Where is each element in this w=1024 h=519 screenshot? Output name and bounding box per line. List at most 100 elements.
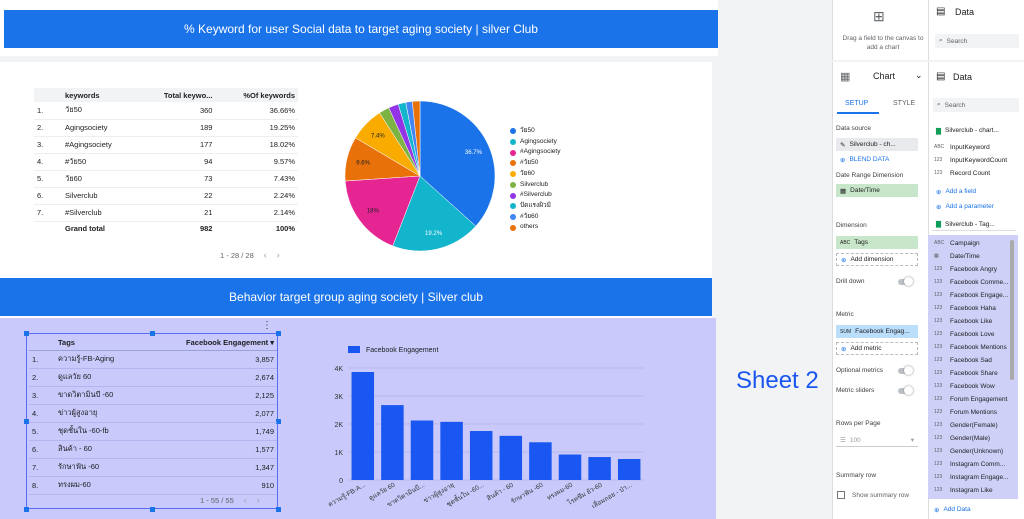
next-page-icon[interactable]: › (277, 250, 280, 260)
bar[interactable] (499, 435, 523, 480)
field-item[interactable]: 123 Instagram Engage... (934, 474, 1009, 481)
keyword-table[interactable]: keywords Total keywo... %Of keywords 1. วัย… (34, 88, 298, 235)
field-item[interactable]: 123 Facebook Haha (934, 305, 996, 312)
drill-down-toggle[interactable] (898, 277, 913, 286)
resize-handle[interactable] (24, 507, 29, 512)
metric-sliders-toggle[interactable] (898, 386, 913, 395)
field-item[interactable]: 123 Gender(Unknown) (934, 448, 1003, 455)
bar[interactable] (529, 442, 552, 480)
prev-page-icon[interactable]: ‹ (264, 250, 267, 260)
table-row[interactable]: 7. รักษาฟัน -60 1,347 (29, 458, 277, 477)
field-item[interactable]: 123 Gender(Female) (934, 422, 998, 429)
optional-metrics-toggle[interactable] (898, 366, 913, 375)
table-row[interactable]: 2. Agingsociety 189 19.25% (34, 119, 298, 137)
column-header[interactable]: Tags (55, 336, 144, 351)
legend-item[interactable]: #Silverclub (510, 190, 560, 201)
table-row[interactable]: 4. ข่าวผู้สูงอายุ 2,077 (29, 404, 277, 423)
report-title-banner[interactable]: % Keyword for user Social data to target… (4, 10, 718, 48)
field-item[interactable]: 123 Facebook Angry (934, 266, 997, 273)
table-row[interactable]: 6. Silverclub 22 2.24% (34, 187, 298, 205)
more-options-icon[interactable]: ⋮ (262, 320, 272, 331)
add-parameter-button[interactable]: ⊕ Add a parameter (932, 200, 998, 213)
field-item[interactable]: 123 InputKeywordCount (934, 157, 1007, 164)
empty-chart-drop-zone[interactable]: ⊞ Drag a field to the canvas to add a ch… (832, 0, 928, 60)
field-item[interactable]: 123 Facebook Sad (934, 357, 992, 364)
table-row[interactable]: 2. ดูแลวัย 60 2,674 (29, 368, 277, 387)
next-page-icon[interactable]: › (257, 495, 260, 505)
bar[interactable] (381, 405, 404, 480)
data-source-header[interactable]: ▇ Silverclub - Tag... (932, 218, 1016, 231)
legend-item[interactable]: Agingsociety (510, 137, 560, 148)
table-row[interactable]: 1. วัย50 360 36.66% (34, 102, 298, 120)
data-source-header[interactable]: ▇ Silverclub - chart... (932, 124, 1016, 137)
keyword-pie-chart[interactable]: 36.7% 19.2% 18% 9.6% 7.4% (340, 96, 500, 256)
field-item[interactable]: 123 Forum Mentions (934, 409, 997, 416)
field-item[interactable]: 123 Facebook Engage... (934, 292, 1008, 299)
legend-item[interactable]: others (510, 222, 560, 233)
chart-type-icon[interactable]: ▦ (840, 70, 850, 83)
field-item[interactable]: 123 Gender(Male) (934, 435, 990, 442)
add-field-button[interactable]: ⊕ Add a field (932, 185, 980, 198)
column-header[interactable]: Total keywo... (137, 88, 216, 102)
table-row[interactable]: 4. #วัย50 94 9.57% (34, 153, 298, 171)
blend-data-button[interactable]: ⊕ BLEND DATA (836, 153, 893, 166)
bar[interactable] (588, 457, 611, 480)
engagement-bar-chart[interactable]: Facebook Engagement 0 1K 2K 3K 4K ความรู้-FB-A… (312, 340, 652, 515)
resize-handle[interactable] (276, 507, 281, 512)
column-header[interactable]: keywords (62, 88, 138, 102)
legend-item[interactable]: Silverclub (510, 180, 560, 191)
scrollbar[interactable] (1010, 240, 1014, 380)
legend-item[interactable]: ปัดแรงผิวมิ (510, 201, 560, 212)
search-field[interactable]: ⌕ Search (933, 98, 1019, 112)
field-item[interactable]: 123 Record Count (934, 170, 990, 177)
prev-page-icon[interactable]: ‹ (244, 495, 247, 505)
bar[interactable] (410, 420, 434, 481)
summary-checkbox[interactable] (837, 491, 845, 499)
legend-item[interactable]: #วัย60 (510, 212, 560, 223)
rows-per-page-select[interactable]: ☰ 100 ▾ (836, 434, 918, 447)
add-metric-button[interactable]: ⊕ Add metric (836, 342, 918, 355)
field-item[interactable]: 123 Facebook Wow (934, 383, 995, 390)
table-row[interactable]: 1. ความรู้-FB-Aging 3,857 (29, 350, 277, 369)
search-field-top[interactable]: ⌕ Search (935, 34, 1019, 48)
field-item[interactable]: ABC InputKeyword (934, 144, 990, 151)
field-item[interactable]: 123 Instagram Comm... (934, 461, 1005, 468)
column-header[interactable] (29, 336, 55, 351)
field-item[interactable]: 123 Facebook Comme... (934, 279, 1009, 286)
tags-table[interactable]: Tags Facebook Engagement ▾ 1. ความรู้-FB-A… (29, 336, 277, 495)
table-row[interactable]: 3. ขาดวิตามินบี -60 2,125 (29, 386, 277, 405)
table-row[interactable]: 7. #Silverclub 21 2.14% (34, 204, 298, 222)
legend-item[interactable]: #Agingsociety (510, 147, 560, 158)
column-header[interactable]: Facebook Engagement ▾ (143, 336, 277, 351)
table-row[interactable]: 5. วัย60 73 7.43% (34, 170, 298, 188)
field-item[interactable]: ABC Campaign (934, 240, 980, 247)
bar[interactable] (558, 454, 582, 480)
legend-item[interactable]: #วัย50 (510, 158, 560, 169)
tab-setup[interactable]: SETUP (845, 100, 868, 107)
field-item[interactable]: 123 Facebook Like (934, 318, 992, 325)
table-row[interactable]: 5. ชุดชั้นใน -60-fb 1,749 (29, 422, 277, 441)
metric-chip[interactable]: SUM Facebook Engag... (836, 325, 918, 338)
add-dimension-button[interactable]: ⊕ Add dimension (836, 253, 918, 266)
field-item[interactable]: 123 Facebook Love (934, 331, 994, 338)
field-item[interactable]: ▦ Date/Time (934, 253, 980, 260)
chevron-down-icon[interactable]: ⌄ (915, 70, 923, 81)
legend-item[interactable]: วัย60 (510, 169, 560, 180)
table-row[interactable]: 6. สินค้า - 60 1,577 (29, 440, 277, 459)
field-item[interactable]: 123 Instagram Like (934, 487, 993, 494)
field-item[interactable]: 123 Facebook Share (934, 370, 998, 377)
resize-handle[interactable] (150, 507, 155, 512)
table-row[interactable]: 3. #Agingsociety 177 18.02% (34, 136, 298, 154)
field-item[interactable]: 123 Facebook Mentions (934, 344, 1007, 351)
bar[interactable] (351, 372, 375, 480)
add-data-button[interactable]: ⊕ Add Data (930, 503, 975, 516)
bar[interactable] (617, 459, 641, 480)
tab-style[interactable]: STYLE (893, 100, 915, 107)
bar[interactable] (469, 431, 493, 480)
dimension-chip[interactable]: ABC Tags (836, 236, 918, 249)
field-item[interactable]: 123 Forum Engagement (934, 396, 1007, 403)
table-row[interactable]: 8. ทรงผม-60 910 (29, 476, 277, 495)
column-header[interactable]: %Of keywords (215, 88, 298, 102)
date-range-chip[interactable]: ▦ Date/Time (836, 184, 918, 197)
section-banner[interactable]: Behavior target group aging society | Si… (0, 278, 712, 316)
